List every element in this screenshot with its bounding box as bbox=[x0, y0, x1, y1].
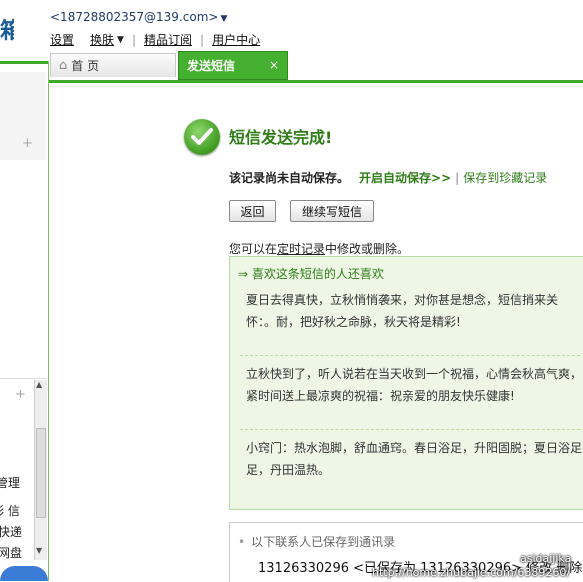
home-icon: ⌂ bbox=[59, 58, 68, 73]
watermark-url: http://home.zhubajie.com/6389260/ bbox=[372, 566, 571, 579]
tab-home[interactable]: ⌂ 首 页 bbox=[50, 53, 176, 77]
enable-autosave-link[interactable]: 开启自动保存>> bbox=[359, 171, 451, 185]
expand-plus-icon[interactable]: + bbox=[15, 387, 26, 402]
recommend-item[interactable]: 夏日去得真快，立秋悄悄袭来，对你甚是想念，短信捎来关怀：。耐，把好秋之命脉，秋天… bbox=[246, 289, 583, 333]
close-icon[interactable]: × bbox=[269, 58, 279, 72]
sidebar-item-mms[interactable]: 彩 信 bbox=[0, 502, 20, 519]
scroll-down-icon[interactable]: ▼ bbox=[36, 546, 42, 555]
hint-prefix: 您可以在 bbox=[229, 242, 278, 256]
sidebar-item-manage[interactable]: 管理 bbox=[0, 474, 20, 491]
recommend-item[interactable]: 小窍门：热水泡脚，舒血通窍。春日浴足，升阳固脱；夏日浴足足，丹田温热。 bbox=[246, 437, 583, 481]
sidebar-top-border bbox=[0, 61, 48, 64]
divider bbox=[240, 355, 583, 356]
not-saved-text: 该记录尚未自动保存。 bbox=[229, 171, 350, 185]
back-button[interactable]: 返回 bbox=[229, 200, 276, 222]
sidebar-item-express[interactable]: 快递 bbox=[0, 523, 22, 540]
save-notice: 该记录尚未自动保存。 开启自动保存>> | 保存到珍藏记录 bbox=[229, 169, 547, 186]
link-separator: | bbox=[455, 171, 460, 185]
bullet-icon: • bbox=[238, 535, 246, 549]
scroll-up-icon[interactable]: ▲ bbox=[36, 380, 42, 389]
contact-phone: 13126330296 bbox=[258, 561, 349, 576]
page-title: 短信发送完成! bbox=[229, 128, 333, 147]
sidebar-panel: + bbox=[0, 72, 46, 160]
premium-link[interactable]: 精品订阅 bbox=[144, 31, 192, 48]
recommend-heading: ⇒ 喜欢这条短信的人还喜欢 bbox=[238, 267, 384, 281]
success-check-icon bbox=[184, 119, 220, 155]
sidebar-scrollbar[interactable]: ▲ ▼ bbox=[34, 380, 47, 560]
logo-fragment: 箱 bbox=[0, 19, 14, 44]
scheduled-records-link[interactable]: 定时记录 bbox=[277, 242, 325, 256]
account-email-text: <18728802357@139.com> bbox=[50, 10, 219, 24]
expand-plus-icon[interactable]: + bbox=[22, 136, 33, 151]
recommend-panel: ⇒ 喜欢这条短信的人还喜欢 夏日去得真快，立秋悄悄袭来，对你甚是想念，短信捎来关… bbox=[229, 256, 583, 510]
edit-hint: 您可以在定时记录中修改或删除。 bbox=[229, 240, 409, 257]
tab-send-sms-label: 发送短信 bbox=[187, 59, 236, 73]
recommend-item[interactable]: 立秋快到了，听人说若在当天收到一个祝福，心情会秋高气爽，紧时间送上最凉爽的祝福：… bbox=[246, 363, 583, 407]
hint-suffix: 中修改或删除。 bbox=[325, 242, 410, 256]
watermark-user: asidaijika bbox=[520, 552, 572, 565]
sidebar-item-disk[interactable]: 网盘 bbox=[0, 544, 22, 561]
saved-contacts-heading: • 以下联系人已保存到通讯录 bbox=[238, 533, 395, 550]
save-to-favorites-link[interactable]: 保存到珍藏记录 bbox=[463, 171, 547, 185]
account-email[interactable]: <18728802357@139.com> ▼ bbox=[50, 10, 227, 24]
settings-link[interactable]: 设置 bbox=[50, 31, 74, 48]
sidebar-divider bbox=[0, 378, 46, 379]
chevron-down-icon[interactable]: ▼ bbox=[220, 14, 227, 24]
user-center-link[interactable]: 用户中心 bbox=[212, 31, 260, 48]
scrollbar-thumb[interactable] bbox=[36, 428, 46, 518]
saved-contacts-heading-text: 以下联系人已保存到通讯录 bbox=[251, 535, 396, 549]
nav-separator: | bbox=[131, 32, 136, 47]
skin-link[interactable]: 换肤 bbox=[90, 31, 114, 48]
divider bbox=[240, 429, 583, 430]
nav-separator: | bbox=[200, 32, 205, 47]
tab-home-label: 首 页 bbox=[71, 59, 100, 73]
top-nav: 设置 换肤 ▼ | 精品订阅 | 用户中心 bbox=[50, 31, 260, 48]
start-orb[interactable] bbox=[0, 566, 48, 581]
continue-write-button[interactable]: 继续写短信 bbox=[290, 200, 374, 222]
tab-send-sms[interactable]: 发送短信 × bbox=[178, 51, 288, 80]
chevron-down-icon[interactable]: ▼ bbox=[117, 35, 124, 45]
